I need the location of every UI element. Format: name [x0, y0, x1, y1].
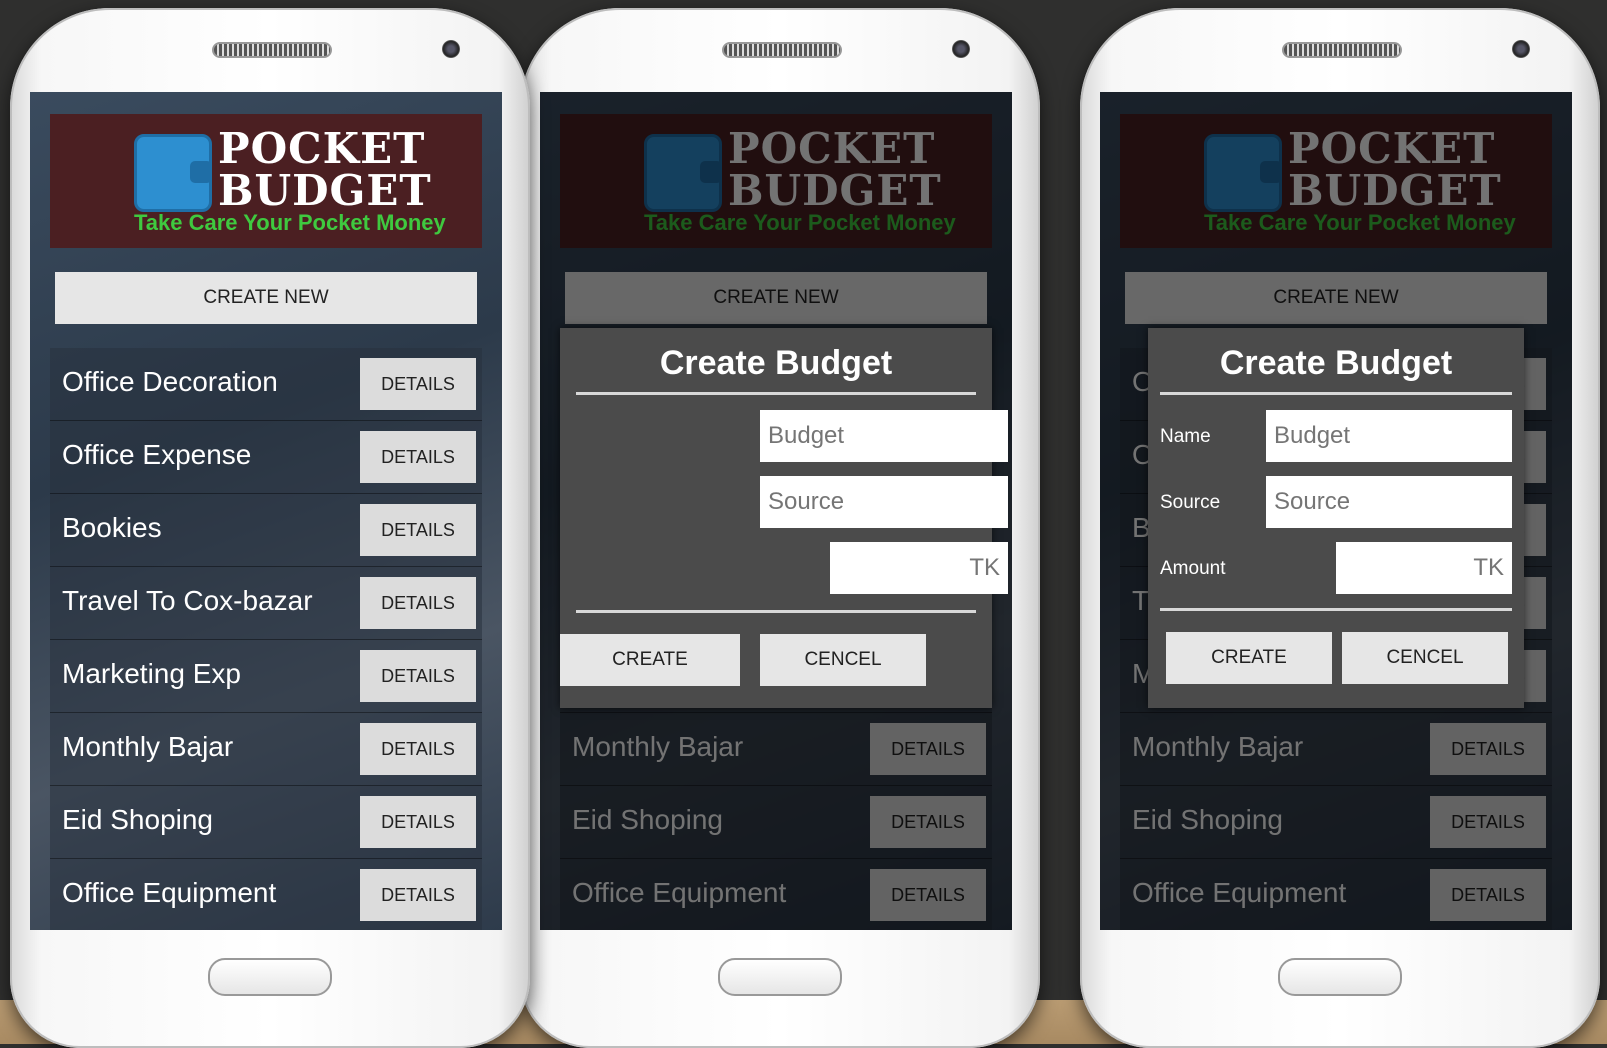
wallet-icon: [134, 134, 212, 212]
budget-amount-input[interactable]: [1336, 542, 1512, 594]
details-button[interactable]: DETAILS: [360, 869, 476, 921]
app-screen: POCKET BUDGET Take Care Your Pocket Mone…: [1100, 92, 1572, 930]
dialog-divider: [576, 392, 976, 395]
list-item[interactable]: Monthly Bajar DETAILS: [50, 713, 482, 786]
cancel-button[interactable]: CENCEL: [760, 634, 926, 686]
amount-label: Amount: [1160, 558, 1226, 579]
home-button[interactable]: [718, 958, 842, 996]
list-item[interactable]: Eid Shoping DETAILS: [50, 786, 482, 859]
app-screen: POCKET BUDGET Take Care Your Pocket Mone…: [540, 92, 1012, 930]
item-label: Office Decoration: [62, 366, 278, 397]
create-budget-dialog: Create Budget Name Source Amount CREATE …: [1148, 328, 1524, 708]
item-label: Travel To Cox-bazar: [62, 585, 313, 616]
dialog-divider: [576, 610, 976, 613]
item-label: Office Equipment: [62, 877, 277, 908]
item-label: Office Expense: [62, 439, 252, 470]
budget-source-input[interactable]: [760, 476, 1008, 528]
dialog-title: Create Budget: [1219, 344, 1453, 382]
create-new-button[interactable]: CREATE NEW: [55, 272, 477, 324]
details-button[interactable]: DETAILS: [360, 504, 476, 556]
camera-icon: [1512, 40, 1530, 58]
logo-text-pocket: POCKET: [218, 124, 426, 173]
item-label: Eid Shoping: [62, 804, 214, 835]
list-item[interactable]: Marketing Exp DETAILS: [50, 640, 482, 713]
details-button[interactable]: DETAILS: [360, 431, 476, 483]
details-button[interactable]: DETAILS: [360, 358, 476, 410]
camera-icon: [442, 40, 460, 58]
budget-name-input[interactable]: [1266, 410, 1512, 462]
speaker-grille: [212, 42, 332, 58]
create-budget-dialog: Create Budget CREATE CENCEL: [560, 328, 1008, 708]
details-button[interactable]: DETAILS: [360, 723, 476, 775]
details-button[interactable]: DETAILS: [360, 650, 476, 702]
list-item[interactable]: Office Expense DETAILS: [50, 421, 482, 494]
item-label: Monthly Bajar: [62, 731, 234, 762]
home-button[interactable]: [1278, 958, 1402, 996]
logo-text-budget: BUDGET: [218, 166, 432, 215]
app-screen: POCKET BUDGET Take Care Your Pocket Mone…: [30, 92, 502, 930]
details-button[interactable]: DETAILS: [360, 577, 476, 629]
dialog-divider: [1160, 392, 1512, 395]
list-item[interactable]: Bookies DETAILS: [50, 494, 482, 567]
list-item[interactable]: Office Equipment DETAILS: [50, 859, 482, 930]
details-button[interactable]: DETAILS: [360, 796, 476, 848]
budget-source-input[interactable]: [1266, 476, 1512, 528]
speaker-grille: [722, 42, 842, 58]
budget-list: Office Decoration DETAILS Office Expense D…: [50, 348, 482, 930]
item-label: Bookies: [62, 512, 162, 543]
camera-icon: [952, 40, 970, 58]
phone-list-view: POCKET BUDGET Take Care Your Pocket Mone…: [10, 8, 530, 1048]
list-item[interactable]: Travel To Cox-bazar DETAILS: [50, 567, 482, 640]
phone-dialog-full: POCKET BUDGET Take Care Your Pocket Mone…: [1080, 8, 1600, 1048]
budget-amount-input[interactable]: [830, 542, 1008, 594]
item-label: Marketing Exp: [62, 658, 241, 689]
list-item[interactable]: Office Decoration DETAILS: [50, 348, 482, 421]
budget-name-input[interactable]: [760, 410, 1008, 462]
cancel-button[interactable]: CENCEL: [1342, 632, 1508, 684]
create-button[interactable]: CREATE: [560, 634, 740, 686]
source-label: Source: [1160, 492, 1221, 513]
app-banner: POCKET BUDGET Take Care Your Pocket Mone…: [50, 114, 482, 248]
phone-dialog-partial: POCKET BUDGET Take Care Your Pocket Mone…: [520, 8, 1040, 1048]
name-label: Name: [1160, 426, 1211, 447]
logo-tagline: Take Care Your Pocket Money: [134, 210, 446, 235]
dialog-title: Create Budget: [659, 344, 893, 382]
speaker-grille: [1282, 42, 1402, 58]
dialog-divider: [1160, 608, 1512, 611]
create-button[interactable]: CREATE: [1166, 632, 1332, 684]
home-button[interactable]: [208, 958, 332, 996]
